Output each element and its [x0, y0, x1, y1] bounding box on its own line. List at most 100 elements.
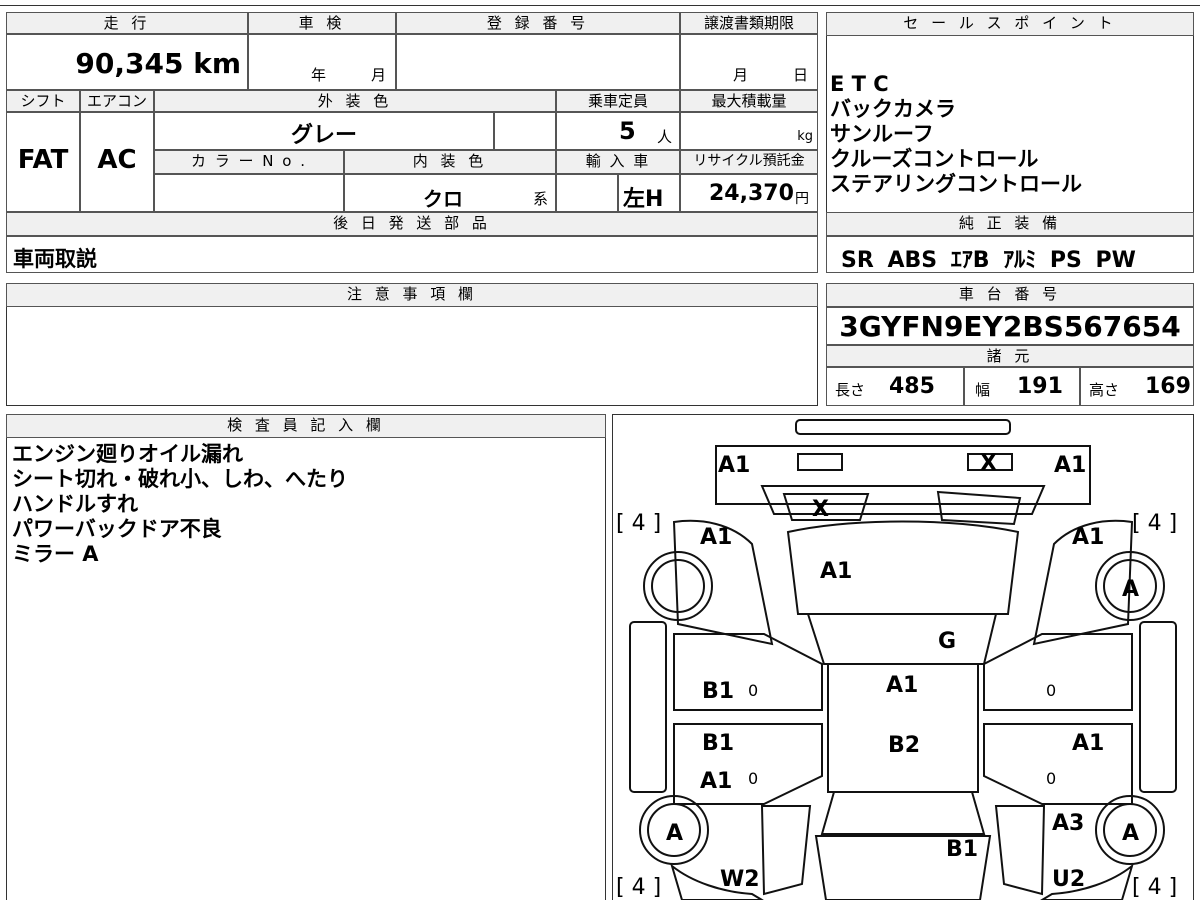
genuine-cell: SR ABS ｴｱB ｱﾙﾐ PS PW	[826, 236, 1194, 273]
registration-cell	[396, 34, 680, 90]
mark-door-rr: A1	[1072, 731, 1104, 756]
ac-value: AC	[97, 145, 137, 175]
maxload-cell: kg	[680, 112, 818, 150]
chassis-value: 3GYFN9EY2BS567654	[839, 310, 1181, 343]
mileage-cell: 90,345 km	[6, 34, 248, 90]
mark-roof: A1	[886, 673, 918, 698]
mark-wheel-rr: A	[1122, 821, 1139, 846]
import-value-cell: 左H	[618, 174, 680, 212]
door-front-right	[983, 633, 1133, 711]
length-value: 485	[889, 374, 935, 399]
shift-value: FAT	[17, 145, 69, 175]
capacity-unit: 人	[657, 128, 673, 146]
mark-door-rl2: A1	[700, 769, 732, 794]
genuine-header: 純 正 装 備	[826, 212, 1194, 236]
transfer-cell: 月 日	[680, 34, 818, 90]
width-value: 191	[1017, 374, 1063, 399]
mark-door-rl: B1	[702, 731, 734, 756]
quarter-right	[994, 805, 1046, 896]
inspector-notes: エンジン廻りオイル漏れ シート切れ・破れ小、しわ、へたり ハンドルすれ パワーバ…	[12, 442, 602, 567]
shaken-month: 月	[371, 66, 387, 84]
mark-front-x: X	[980, 451, 997, 476]
car-damage-diagram: A1 X A1 X [ 4 ] [ 4 ] A1 A1 A1 A G A1 B1…	[616, 419, 1177, 900]
later-parts-header: 後 日 発 送 部 品	[6, 212, 818, 236]
shift-cell: FAT	[6, 112, 80, 212]
headlight-left	[797, 453, 843, 471]
later-parts-value: 車両取説	[13, 247, 97, 271]
shaken-year: 年	[311, 66, 327, 84]
width-cell: 幅 191	[964, 367, 1080, 406]
mark-front-left: A1	[718, 453, 750, 478]
sales-point-item: クルーズコントロール	[830, 147, 1039, 171]
door-rear-right	[983, 723, 1133, 805]
spec-header: 諸 元	[826, 345, 1194, 367]
mark-tire-rl: [ 4 ]	[616, 875, 661, 900]
height-value: 169	[1145, 374, 1191, 399]
import-header: 輸 入 車	[556, 150, 680, 174]
import-cell	[556, 174, 618, 212]
mark-tire-rr: [ 4 ]	[1132, 875, 1177, 900]
inspector-line: ハンドルすれ	[12, 492, 138, 516]
front-bumper	[795, 419, 1011, 435]
chassis-header: 車 台 番 号	[826, 283, 1194, 307]
later-parts-cell: 車両取説	[6, 236, 818, 273]
door-rear-left	[673, 723, 823, 805]
mark-windshield-x: X	[812, 497, 829, 522]
inspector-line: パワーバックドア不良	[12, 517, 222, 541]
mark-rear-right: U2	[1052, 867, 1085, 892]
inspector-line: ミラー A	[12, 542, 99, 566]
height-label: 高さ	[1089, 381, 1120, 399]
interior-header: 内 装 色	[344, 150, 556, 174]
mark-wheel-fr: A	[1122, 577, 1139, 602]
mileage-header: 走 行	[6, 12, 248, 34]
sales-points-header: セ ー ル ス ポ イ ン ト	[826, 12, 1194, 36]
recycle-cell: 24,370 円	[680, 174, 818, 212]
mark-door-fl: B1	[702, 679, 734, 704]
colorno-header: カ ラ ー N o .	[154, 150, 344, 174]
inspector-line: シート切れ・破れ小、しわ、へたり	[12, 467, 348, 491]
transfer-deadline-header: 譲渡書類期限	[680, 12, 818, 34]
sales-points-list: E T C バックカメラ サンルーフ クルーズコントロール ステアリングコントロ…	[830, 72, 1190, 197]
ac-header: エアコン	[80, 90, 154, 112]
maxload-header: 最大積載量	[680, 90, 818, 112]
mark-wheel-rl: A	[666, 821, 683, 846]
mark-door-fl-zero: 0	[748, 681, 758, 700]
inspector-header: 検 査 員 記 入 欄	[6, 414, 606, 438]
mark-door-rr-zero: 0	[1046, 769, 1056, 788]
shaken-cell: 年 月	[248, 34, 396, 90]
quarter-left	[760, 805, 812, 896]
color-extra-cell	[494, 112, 556, 150]
mark-tire-fr: [ 4 ]	[1132, 511, 1177, 536]
mark-tire-fl: [ 4 ]	[616, 511, 661, 536]
front-glass	[806, 613, 998, 665]
top-border	[0, 0, 1200, 6]
sales-point-item: E T C	[830, 72, 889, 96]
mark-door-rl-zero: 0	[748, 769, 758, 788]
mark-quarter-r: A3	[1052, 811, 1084, 836]
mileage-value: 90,345 km	[75, 47, 241, 80]
capacity-header: 乗車定員	[556, 90, 680, 112]
mark-tailgate: B1	[946, 837, 978, 862]
color-value: グレー	[290, 123, 357, 148]
mark-fender-right: A1	[1072, 525, 1104, 550]
height-cell: 高さ 169	[1080, 367, 1194, 406]
length-cell: 長さ 485	[826, 367, 964, 406]
sill-right	[1139, 621, 1177, 793]
import-value: 左H	[623, 187, 664, 212]
chassis-cell: 3GYFN9EY2BS567654	[826, 307, 1194, 345]
shaken-header: 車 検	[248, 12, 396, 34]
recycle-header: リサイクル預託金	[680, 150, 818, 174]
genuine-value: SR ABS ｴｱB ｱﾙﾐ PS PW	[841, 248, 1136, 273]
transfer-month: 月	[733, 66, 749, 84]
recycle-unit: 円	[795, 191, 809, 207]
front-panel	[715, 445, 1091, 505]
ac-cell: AC	[80, 112, 154, 212]
windshield	[760, 485, 1046, 515]
rear-glass	[820, 791, 986, 835]
color-cell: グレー	[154, 112, 494, 150]
maxload-unit: kg	[797, 129, 813, 144]
wiper-right	[936, 490, 1022, 526]
mark-hood: A1	[820, 559, 852, 584]
color-header: 外 装 色	[154, 90, 556, 112]
width-label: 幅	[975, 381, 991, 399]
